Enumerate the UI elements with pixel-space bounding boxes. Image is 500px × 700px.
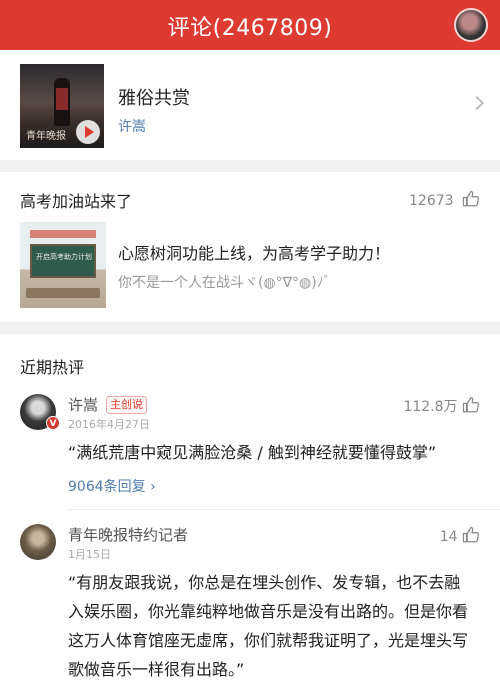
verified-badge: V (46, 416, 60, 430)
thumbnail-banner (30, 230, 96, 238)
page-title: 评论(2467809) (167, 16, 333, 41)
comment-item: V 许嵩 主创说 2016年4月27日 112.8万 “满纸荒唐中窥见满脸沧桑 … (0, 388, 500, 510)
thumbnail-desk (26, 288, 100, 298)
commenter-name[interactable]: 青年晚报特约记者 (68, 524, 188, 545)
comment-like-count: 112.8万 (403, 399, 458, 415)
board-text: 开启高考助力计划 (36, 253, 92, 261)
song-artist[interactable]: 许嵩 (118, 116, 146, 136)
promo-card[interactable]: 高考加油站来了 12673 开启高考助力计划 心愿树洞功能上线，为高考学子助力！… (0, 172, 500, 322)
promo-like-button[interactable]: 12673 (409, 190, 480, 209)
comment-text: “有朋友跟我说，你总是在埋头创作、发专辑，也不去融入娱乐圈，你光靠纯粹地做音乐是… (68, 573, 469, 679)
section-divider (0, 160, 500, 172)
promo-like-count: 12673 (409, 193, 454, 209)
creator-badge: 主创说 (106, 396, 147, 414)
promo-subtitle: 你不是一个人在战斗ヾ(◍°∇°◍)ﾉﾞ (118, 275, 331, 291)
promo-title: 高考加油站来了 (20, 192, 133, 211)
commenter-name[interactable]: 许嵩 (68, 394, 98, 415)
play-icon[interactable] (76, 120, 100, 144)
thumbs-up-icon (462, 526, 480, 543)
comment-item: 青年晚报特约记者 1月15日 14 “有朋友跟我说，你总是在埋头创作、发专辑，也… (0, 518, 500, 700)
promo-thumbnail[interactable]: 开启高考助力计划 (20, 222, 106, 308)
song-card[interactable]: 青年晚报 雅俗共赏 许嵩 (0, 50, 500, 160)
song-title: 雅俗共赏 (118, 88, 190, 109)
cover-text: 青年晚报 (26, 131, 66, 142)
cover-figure-detail (56, 88, 68, 110)
user-avatar[interactable] (454, 8, 488, 42)
comment-like-count: 14 (439, 529, 458, 545)
promo-headline: 心愿树洞功能上线，为高考学子助力！ (118, 244, 391, 263)
album-cover[interactable]: 青年晚报 (20, 64, 104, 148)
comment-date: 1月15日 (68, 548, 111, 561)
section-divider (0, 322, 500, 334)
commenter-avatar[interactable] (20, 524, 56, 560)
chevron-right-icon[interactable] (469, 95, 485, 111)
comment-like-button[interactable]: 14 (440, 526, 480, 545)
top-bar: 评论(2467809) (0, 0, 500, 50)
thumbs-up-icon (462, 190, 480, 207)
comment-like-button[interactable]: 112.8万 (403, 396, 480, 416)
comment-divider (68, 509, 500, 510)
comment-date: 2016年4月27日 (68, 418, 150, 431)
comment-text: “满纸荒唐中窥见满脸沧桑 / 触到神经就要懂得鼓掌” (68, 443, 437, 462)
view-replies-link[interactable]: 9064条回复 › (68, 476, 156, 496)
thumbnail-blackboard: 开启高考助力计划 (30, 244, 96, 278)
thumbs-up-icon (462, 396, 480, 413)
hot-comments-heading: 近期热评 (20, 358, 85, 377)
